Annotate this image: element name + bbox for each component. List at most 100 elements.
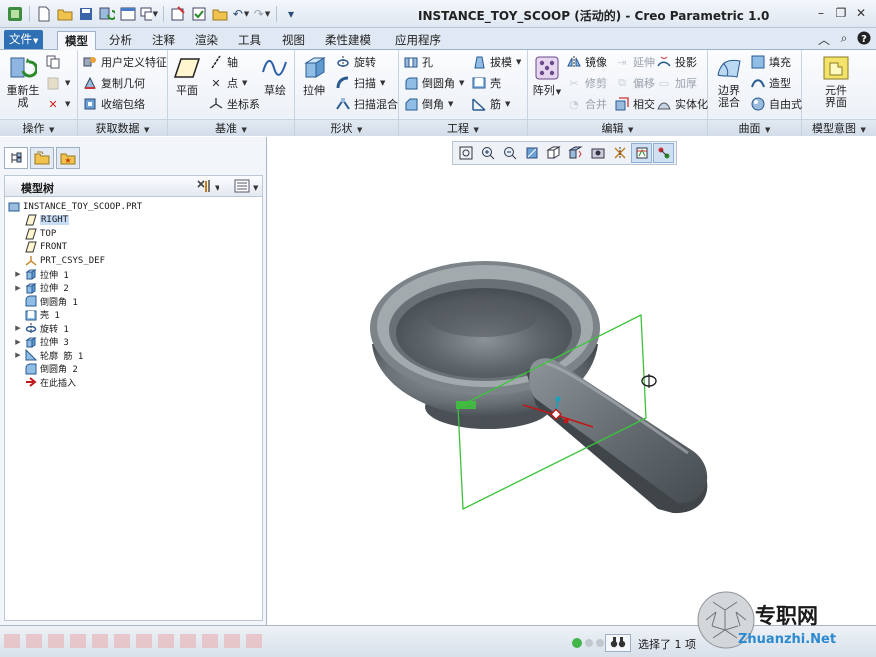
copy-button[interactable] — [45, 53, 61, 71]
solidify-button[interactable]: 实体化 — [656, 95, 708, 113]
tab-applications[interactable]: 应用程序 — [388, 31, 448, 50]
fill-button[interactable]: 填充 — [750, 53, 791, 71]
intersect-button[interactable]: 相交 — [614, 95, 655, 113]
regenerate-icon[interactable] — [98, 5, 116, 23]
csys-button[interactable]: 坐标系 — [208, 95, 260, 113]
shrinkwrap-button[interactable]: 收缩包络 — [82, 95, 145, 113]
expand-arrow-icon[interactable]: ▶ — [14, 351, 22, 359]
extrude-button[interactable]: 拉伸 — [299, 54, 329, 97]
tree-node[interactable]: RIGHT — [14, 214, 70, 227]
group-get-data-label[interactable]: 获取数据 ▼ — [78, 119, 167, 136]
group-model-intent-label[interactable]: 模型意图 ▼ — [802, 119, 876, 136]
save-icon[interactable] — [77, 5, 95, 23]
close-icon[interactable]: ✕ — [852, 5, 870, 21]
undo-icon[interactable] — [190, 5, 208, 23]
pattern-button[interactable]: 阵列▼ — [532, 54, 562, 98]
datum-display-icon[interactable] — [609, 143, 630, 163]
folder-icon[interactable] — [211, 5, 229, 23]
tree-node[interactable]: ▶ 轮廓 筋 1 — [14, 349, 83, 362]
tab-annotate[interactable]: 注释 — [145, 31, 182, 50]
close-window-icon[interactable] — [169, 5, 187, 23]
tree-node[interactable]: PRT_CSYS_DEF — [14, 254, 105, 267]
zoom-out-icon[interactable] — [499, 143, 520, 163]
open-icon[interactable] — [56, 5, 74, 23]
tree-node[interactable]: ▶ 拉伸 3 — [14, 335, 69, 348]
app-icon[interactable] — [6, 5, 24, 23]
folder-browser-tab[interactable] — [30, 147, 54, 169]
group-shapes-label[interactable]: 形状 ▼ — [295, 119, 398, 136]
graphics-window[interactable] — [268, 137, 876, 625]
copy-geometry-button[interactable]: 复制几何 — [82, 74, 145, 92]
tree-node[interactable]: FRONT — [14, 241, 67, 254]
ribbon-collapse-icon[interactable]: ︿ — [816, 31, 832, 47]
tree-node[interactable]: 倒圆角 2 — [14, 362, 78, 375]
sweep-button[interactable]: 扫描 ▼ — [335, 74, 385, 92]
help-icon[interactable]: ? — [856, 31, 872, 47]
tab-file[interactable]: 文件▼ — [4, 30, 44, 49]
windows-icon[interactable]: ▼ — [140, 5, 158, 23]
tree-node[interactable]: ▶ 拉伸 2 — [14, 281, 69, 294]
style-button[interactable]: 造型 — [750, 74, 791, 92]
window-icon[interactable] — [119, 5, 137, 23]
delete-button[interactable]: ✕ ▼ — [45, 95, 70, 113]
thicken-button[interactable]: ▭ 加厚 — [656, 74, 697, 92]
chamfer-button[interactable]: 倒角 ▼ — [403, 95, 453, 113]
find-icon[interactable] — [605, 634, 631, 652]
axis-button[interactable]: 轴 — [208, 53, 238, 71]
tree-node[interactable]: INSTANCE_TOY_SCOOP.PRT — [8, 200, 142, 213]
tree-node[interactable]: 壳 1 — [14, 308, 60, 321]
tree-node[interactable]: 在此插入 — [14, 376, 76, 389]
project-button[interactable]: 投影 — [656, 53, 697, 71]
rib-button[interactable]: 筋 ▼ — [471, 95, 510, 113]
display-style-icon[interactable] — [543, 143, 564, 163]
tab-flexible-modeling[interactable]: 柔性建模 — [318, 31, 378, 50]
hole-button[interactable]: 孔 — [403, 53, 433, 71]
favorites-tab[interactable]: ★ — [56, 147, 80, 169]
search-icon[interactable]: ⌕ — [836, 31, 852, 47]
draft-button[interactable]: 拔模 ▼ — [471, 53, 521, 71]
expand-arrow-icon[interactable]: ▶ — [14, 270, 22, 278]
extend-button[interactable]: ⇥ 延伸 — [614, 53, 655, 71]
merge-button[interactable]: ◔ 合并 — [566, 95, 607, 113]
tab-render[interactable]: 渲染 — [188, 31, 225, 50]
annotation-display-icon[interactable] — [653, 143, 674, 163]
expand-arrow-icon[interactable]: ▶ — [14, 284, 22, 292]
trim-button[interactable]: ✂ 修剪 — [566, 74, 607, 92]
customize-icon[interactable]: ▾ — [282, 5, 300, 23]
tab-model[interactable]: 模型 — [57, 31, 96, 50]
group-surfaces-label[interactable]: 曲面 ▼ — [708, 119, 801, 136]
component-interface-button[interactable]: 元件界面 — [818, 54, 854, 109]
regenerate-button[interactable]: 重新生成 — [4, 54, 42, 109]
round-button[interactable]: 倒圆角 ▼ — [403, 74, 464, 92]
expand-arrow-icon[interactable]: ▶ — [14, 324, 22, 332]
tree-settings-icon[interactable]: ▼ — [195, 178, 221, 197]
tab-view[interactable]: 视图 — [275, 31, 312, 50]
sketch-button[interactable]: 草绘 — [260, 54, 290, 97]
tree-columns-icon[interactable]: ▼ — [233, 178, 261, 197]
tree-node[interactable]: ▶ 拉伸 1 — [14, 268, 69, 281]
paste-button[interactable]: ▼ — [45, 74, 70, 92]
tree-node[interactable]: 倒圆角 1 — [14, 295, 78, 308]
swept-blend-button[interactable]: 扫描混合 — [335, 95, 398, 113]
saved-views-icon[interactable] — [565, 143, 586, 163]
repaint-icon[interactable] — [521, 143, 542, 163]
refit-icon[interactable] — [455, 143, 476, 163]
model-tree-tab[interactable] — [4, 147, 28, 169]
expand-arrow-icon[interactable]: ▶ — [14, 338, 22, 346]
new-icon[interactable] — [35, 5, 53, 23]
tab-tools[interactable]: 工具 — [231, 31, 268, 50]
maximize-icon[interactable]: ❐ — [832, 5, 850, 21]
minimize-icon[interactable]: – — [812, 5, 830, 21]
boundary-blend-button[interactable]: 边界混合 — [712, 54, 746, 109]
plane-button[interactable]: 平面 — [172, 54, 202, 97]
redo-icon[interactable]: ↷ ▼ — [253, 5, 271, 23]
offset-button[interactable]: ⧉ 偏移 — [614, 74, 655, 92]
tree-node[interactable]: TOP — [14, 227, 56, 240]
point-button[interactable]: ✕ 点 ▼ — [208, 74, 247, 92]
scoop-handle[interactable] — [526, 358, 708, 514]
user-defined-feature-button[interactable]: 用户定义特征 — [82, 53, 167, 71]
shell-button[interactable]: 壳 — [471, 74, 501, 92]
group-editing-label[interactable]: 编辑 ▼ — [528, 119, 707, 136]
revolve-button[interactable]: 旋转 — [335, 53, 376, 71]
tab-analysis[interactable]: 分析 — [102, 31, 139, 50]
